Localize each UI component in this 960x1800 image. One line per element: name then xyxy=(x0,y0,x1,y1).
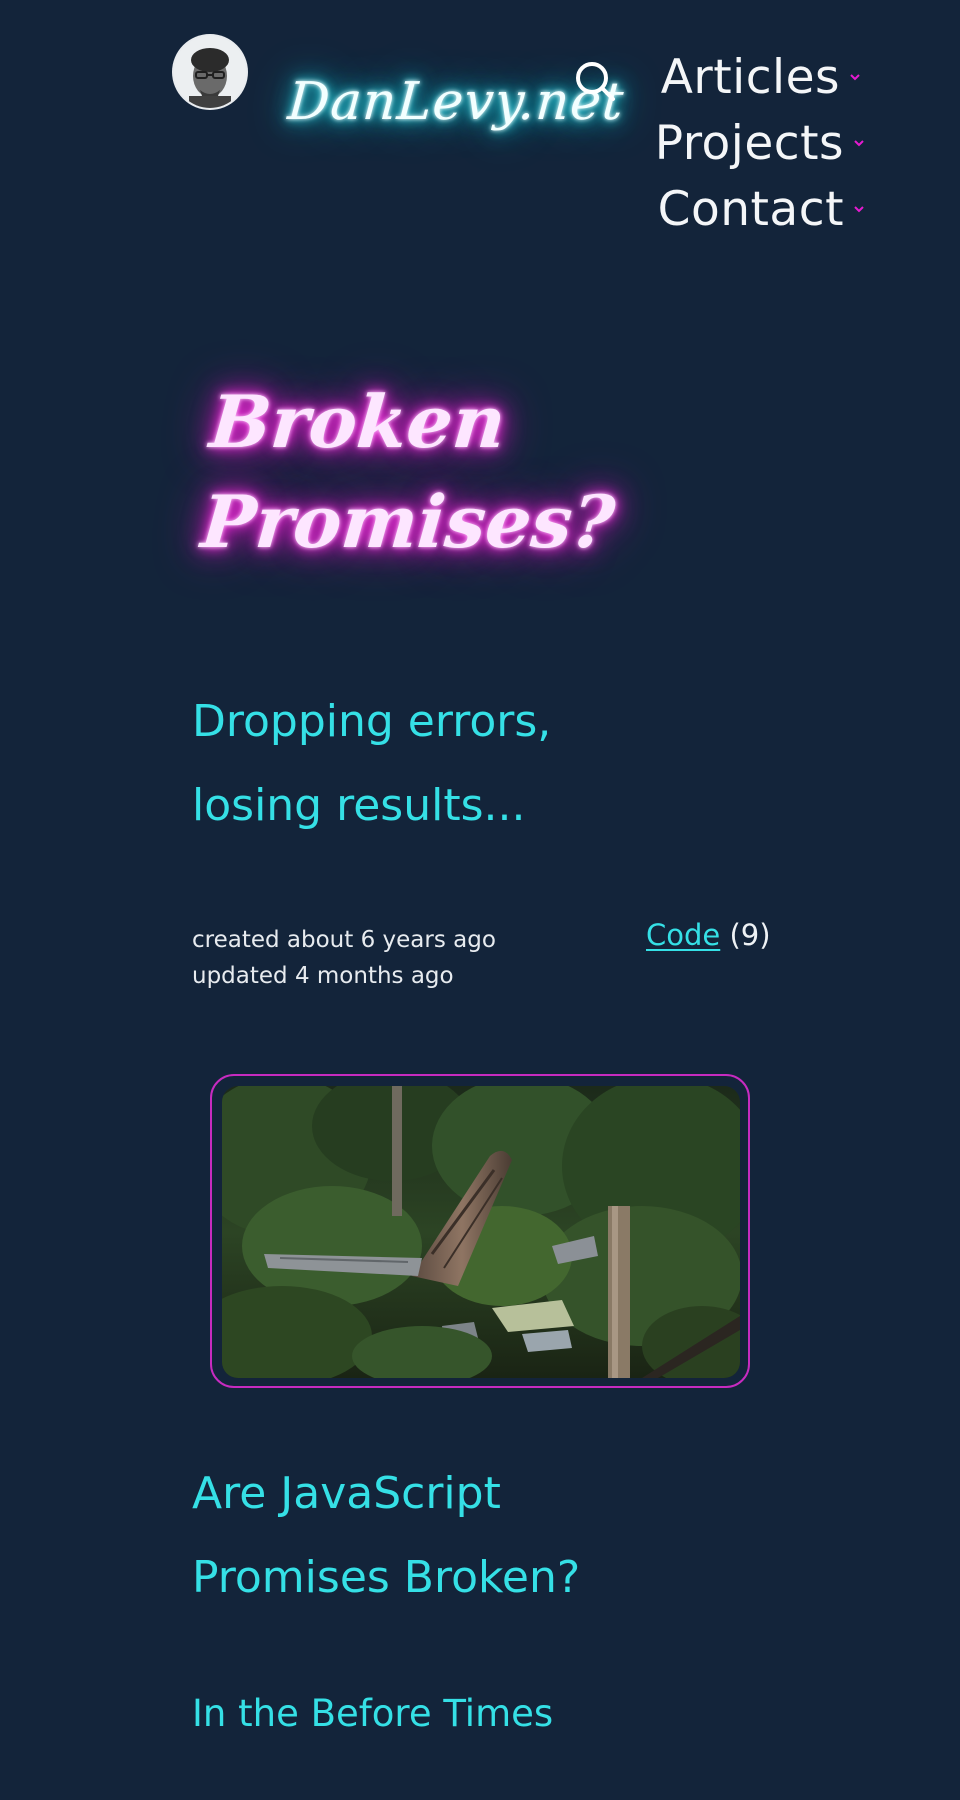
post-title-line: Broken xyxy=(206,379,509,464)
search-button[interactable] xyxy=(572,58,618,104)
chevron-down-icon xyxy=(854,140,864,147)
post-category: Code (9) xyxy=(646,918,771,952)
section-heading: In the Before Times xyxy=(192,1692,554,1735)
avatar[interactable] xyxy=(174,36,246,108)
avatar-photo-icon xyxy=(174,36,246,108)
featured-image-frame xyxy=(210,1074,750,1388)
post-title: Broken Promises? xyxy=(197,372,734,572)
category-count: (9) xyxy=(729,918,771,952)
article-heading: Are JavaScript Promises Broken? xyxy=(192,1452,580,1620)
search-icon xyxy=(576,62,615,101)
article-heading-line: Are JavaScript xyxy=(192,1468,501,1519)
nav-item-contact[interactable]: Contact xyxy=(640,176,880,242)
category-link[interactable]: Code xyxy=(646,918,720,952)
post-subtitle-line: Dropping errors, xyxy=(192,696,552,747)
post-title-line: Promises? xyxy=(197,479,619,564)
article-heading-line: Promises Broken? xyxy=(192,1552,581,1603)
chevron-down-icon xyxy=(854,206,864,213)
post-dates: created about 6 years ago updated 4 mont… xyxy=(192,922,496,994)
main-nav: Articles Projects Contact xyxy=(640,44,880,242)
chevron-down-icon xyxy=(850,74,860,81)
nav-item-label: Contact xyxy=(657,181,844,237)
nav-item-articles[interactable]: Articles xyxy=(640,44,880,110)
updated-date: updated 4 months ago xyxy=(192,963,454,989)
featured-image xyxy=(222,1086,740,1378)
post-subtitle-line: losing results... xyxy=(192,780,526,831)
post-subtitle: Dropping errors, losing results... xyxy=(192,680,692,848)
created-date: created about 6 years ago xyxy=(192,927,496,953)
nav-item-projects[interactable]: Projects xyxy=(640,110,880,176)
nav-item-label: Projects xyxy=(654,115,844,171)
nav-item-label: Articles xyxy=(660,49,840,105)
